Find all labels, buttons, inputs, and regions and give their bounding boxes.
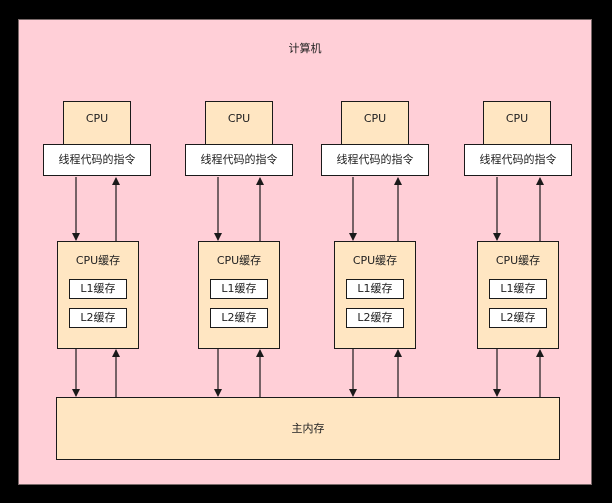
l2-cache-label: L2缓存 [357, 311, 393, 324]
main-memory-label: 主内存 [291, 422, 325, 435]
cpu-cache-label: CPU缓存 [75, 254, 121, 267]
l2-cache-box: L2缓存 [69, 308, 127, 328]
cpu-label: CPU [227, 112, 251, 125]
l2-cache-box: L2缓存 [210, 308, 268, 328]
cpu-cache-box-2: CPU缓存 L1缓存 L2缓存 [198, 241, 280, 349]
cpu-label: CPU [363, 112, 387, 125]
l2-cache-label: L2缓存 [500, 311, 536, 324]
cpu-cache-label: CPU缓存 [216, 254, 262, 267]
cpu-cache-label: CPU缓存 [352, 254, 398, 267]
instruction-box-2: 线程代码的指令 [185, 144, 293, 176]
l1-cache-label: L1缓存 [357, 282, 393, 295]
instruction-label: 线程代码的指令 [58, 153, 136, 166]
l1-cache-box: L1缓存 [69, 279, 127, 299]
l2-cache-box: L2缓存 [489, 308, 547, 328]
l1-cache-box: L1缓存 [346, 279, 404, 299]
instruction-label: 线程代码的指令 [336, 153, 414, 166]
main-memory-box: 主内存 [56, 397, 560, 460]
cpu-label: CPU [85, 112, 109, 125]
instruction-label: 线程代码的指令 [200, 153, 278, 166]
instruction-box-3: 线程代码的指令 [321, 144, 429, 176]
cpu-cache-label: CPU缓存 [495, 254, 541, 267]
l2-cache-label: L2缓存 [221, 311, 257, 324]
cpu-label: CPU [505, 112, 529, 125]
l1-cache-label: L1缓存 [500, 282, 536, 295]
cpu-cache-box-1: CPU缓存 L1缓存 L2缓存 [57, 241, 139, 349]
instruction-box-1: 线程代码的指令 [43, 144, 151, 176]
cpu-cache-box-3: CPU缓存 L1缓存 L2缓存 [334, 241, 416, 349]
l2-cache-label: L2缓存 [80, 311, 116, 324]
l2-cache-box: L2缓存 [346, 308, 404, 328]
l1-cache-label: L1缓存 [221, 282, 257, 295]
l1-cache-box: L1缓存 [210, 279, 268, 299]
l1-cache-box: L1缓存 [489, 279, 547, 299]
cpu-cache-box-4: CPU缓存 L1缓存 L2缓存 [477, 241, 559, 349]
l1-cache-label: L1缓存 [80, 282, 116, 295]
instruction-box-4: 线程代码的指令 [464, 144, 572, 176]
instruction-label: 线程代码的指令 [479, 153, 557, 166]
